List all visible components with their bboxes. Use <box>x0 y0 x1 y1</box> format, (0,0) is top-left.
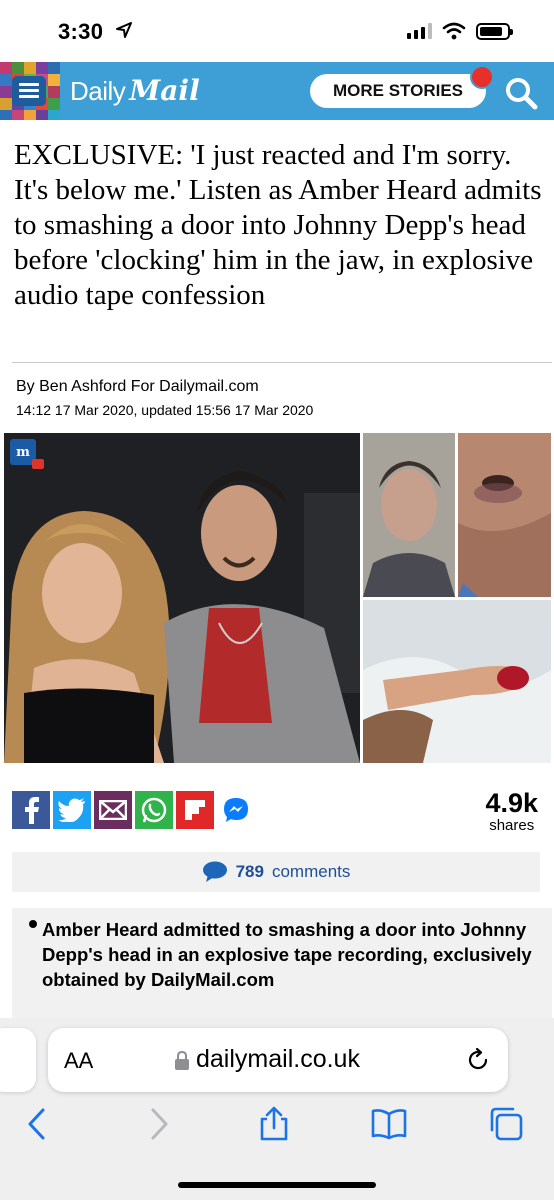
share-buttons <box>12 791 255 829</box>
twitter-icon <box>58 798 85 822</box>
article-byline[interactable]: By Ben Ashford For Dailymail.com <box>16 378 259 396</box>
tabs-icon[interactable] <box>488 1106 524 1142</box>
comment-bubble-icon <box>202 861 227 882</box>
cellular-signal-icon <box>407 23 432 39</box>
whatsapp-icon <box>141 797 167 823</box>
bookmarks-icon[interactable] <box>371 1106 407 1142</box>
article-dateline: 14:12 17 Mar 2020, updated 15:56 17 Mar … <box>16 402 314 418</box>
email-icon <box>99 800 127 820</box>
bullet-icon <box>29 920 37 928</box>
headline-divider <box>12 362 552 363</box>
article-headline: EXCLUSIVE: 'I just reacted and I'm sorry… <box>14 139 542 311</box>
article-photo-finger[interactable] <box>363 600 551 763</box>
status-bar: 3:30 <box>0 0 554 62</box>
summary-bullet-text: Amber Heard admitted to smashing a door … <box>42 919 532 990</box>
previous-tab-preview[interactable] <box>0 1028 36 1092</box>
logo-mail-text: Mail <box>129 74 200 107</box>
more-stories-button[interactable]: MORE STORIES <box>310 74 486 108</box>
share-count: 4.9k shares <box>485 788 538 834</box>
location-arrow-icon <box>116 22 132 38</box>
face-photo-illustration <box>363 433 455 597</box>
battery-icon <box>476 22 513 40</box>
finger-photo-illustration <box>363 600 551 763</box>
daily-mail-logo[interactable]: Daily Mail <box>70 74 200 107</box>
site-header: Daily Mail MORE STORIES <box>0 62 554 120</box>
article-photo-injury[interactable] <box>458 433 551 597</box>
comments-button[interactable]: 789 comments <box>12 852 540 892</box>
menu-button[interactable] <box>12 76 46 106</box>
url-text[interactable]: dailymail.co.uk <box>196 1045 360 1074</box>
injury-photo-illustration <box>458 433 551 597</box>
back-arrow-icon[interactable] <box>20 1106 56 1142</box>
share-count-label: shares <box>489 817 535 834</box>
comments-label: comments <box>271 862 351 881</box>
logo-daily-text: Daily <box>70 76 126 106</box>
whatsapp-share-button[interactable] <box>135 791 173 829</box>
twitter-share-button[interactable] <box>53 791 91 829</box>
share-count-number: 4.9k <box>485 788 538 818</box>
search-icon[interactable] <box>504 76 538 110</box>
reader-settings-button[interactable]: AA <box>64 1048 93 1074</box>
flipboard-icon <box>185 800 205 820</box>
facebook-share-button[interactable] <box>12 791 50 829</box>
facebook-icon <box>25 797 39 824</box>
wifi-icon <box>442 22 466 40</box>
comment-count: 789 <box>235 862 264 881</box>
status-indicators <box>407 22 513 40</box>
tv-badge <box>32 459 44 469</box>
notification-dot <box>470 65 494 89</box>
lock-icon <box>175 1051 189 1070</box>
share-icon[interactable] <box>256 1106 292 1142</box>
messenger-icon <box>224 798 248 822</box>
article-photo-face[interactable] <box>363 433 455 597</box>
messenger-share-button[interactable] <box>217 791 255 829</box>
home-indicator <box>178 1182 376 1188</box>
forward-arrow-icon[interactable] <box>140 1106 176 1142</box>
reload-icon[interactable] <box>465 1047 491 1073</box>
email-share-button[interactable] <box>94 791 132 829</box>
article-main-photo[interactable]: m <box>4 433 360 763</box>
main-photo-illustration <box>4 433 360 763</box>
flipboard-share-button[interactable] <box>176 791 214 829</box>
status-time: 3:30 <box>58 19 104 44</box>
